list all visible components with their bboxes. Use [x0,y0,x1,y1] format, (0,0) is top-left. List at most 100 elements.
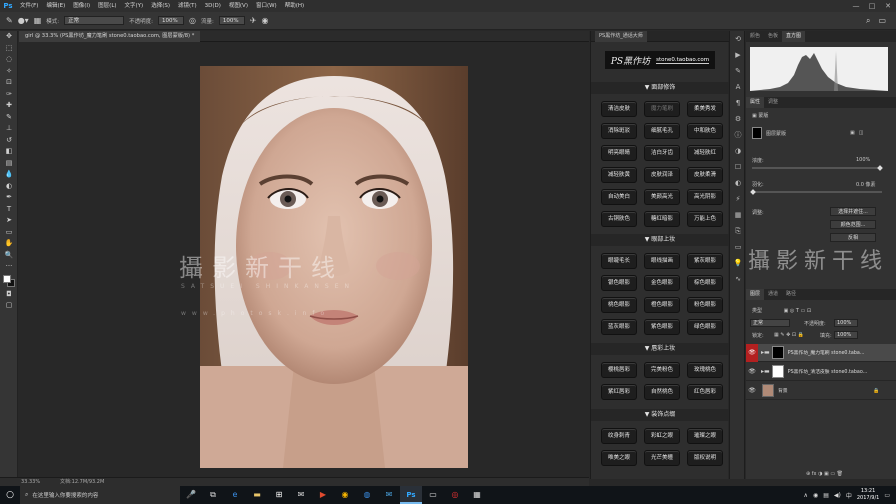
layer-row[interactable]: 👁 背景 🔒 [746,382,896,400]
volume-icon[interactable]: ◀) [834,492,841,499]
plugin-button[interactable]: 清洁皮肤 [601,101,637,117]
maximize-button[interactable]: □ [864,0,880,12]
timeline-panel-icon[interactable]: ▭ [730,239,746,255]
plugin-button[interactable]: 万能上色 [687,211,723,227]
tab-properties[interactable]: 属性 [746,97,765,108]
plugin-button[interactable]: 彩虹之眼 [644,428,680,444]
plugin-button[interactable]: 玫瑰桃色 [687,362,723,378]
plugin-button[interactable]: 古铜肤色 [601,211,637,227]
plugin-logo-url[interactable]: stone0.taobao.com [656,57,710,64]
mask-select-icon[interactable]: ▣ [850,130,855,136]
eyedropper-tool-icon[interactable]: ✑ [0,89,18,101]
fill-field[interactable]: 100% [834,331,858,339]
eye-icon[interactable]: 👁 [746,387,758,394]
mail-icon[interactable]: ✉ [290,486,312,504]
canvas-area[interactable]: 攝影新干线 SATSUEI SHINKANSEN www.photosk.inf… [19,42,589,478]
plugin-button[interactable]: 绿色眼影 [687,319,723,335]
plugin-button[interactable]: 棕色眼影 [687,275,723,291]
plugin-button[interactable]: 樱桃唇彩 [601,362,637,378]
zoom-tool-icon[interactable]: 🔍 [0,250,18,262]
paragraph-panel-icon[interactable]: ¶ [730,95,746,111]
plugin-button[interactable]: 减轻肤红 [687,145,723,161]
brush-panel-icon[interactable]: ✎ [730,63,746,79]
plugin-button[interactable]: 紫红唇彩 [601,384,637,400]
plugin-button[interactable]: 光芒美瞳 [644,450,680,466]
layer-mask-thumbnail[interactable] [771,365,784,378]
section-face-retouch[interactable]: ▼ 面部修饰 [591,82,729,94]
plugin-button[interactable]: 高光阴影 [687,189,723,205]
minimize-button[interactable]: — [848,0,864,12]
crop-tool-icon[interactable]: ⊡ [0,77,18,89]
plugin-panel-tab[interactable]: PS黑作坊_通话大师 [595,31,647,42]
shape-tool-icon[interactable]: ▭ [0,227,18,239]
task-view-icon[interactable]: ⧉ [202,486,224,504]
chrome-icon[interactable]: ◉ [334,486,356,504]
tab-channels[interactable]: 通道 [764,289,782,300]
plugin-button[interactable]: 魔力笔刷 [644,101,680,117]
density-slider[interactable] [752,167,882,169]
swatches-panel-icon[interactable]: ▦ [730,207,746,223]
layer-mask-thumbnail[interactable] [771,346,784,359]
actions-panel-icon[interactable]: ▶ [730,47,746,63]
menu-image[interactable]: 图像(I) [69,0,94,12]
plugin-button[interactable]: 蓝灰眼影 [601,319,637,335]
plugin-button[interactable]: 减轻肤黄 [601,167,637,183]
media-player-icon[interactable]: ▶ [312,486,334,504]
history-panel-icon[interactable]: ⟲ [730,31,746,47]
plugin-button[interactable]: 粉色眼影 [687,297,723,313]
pressure-opacity-icon[interactable]: ◎ [189,16,196,25]
tab-histogram[interactable]: 直方图 [782,31,806,42]
start-button[interactable]: ○ [0,486,20,504]
plugin-button[interactable]: 柔美秀发 [687,101,723,117]
file-explorer-icon[interactable]: ▬ [246,486,268,504]
plugin-button[interactable]: 璀璨之眼 [687,428,723,444]
color-range-button[interactable]: 颜色范围... [830,220,876,229]
vector-mask-icon[interactable]: ◫ [859,130,864,136]
filter-kind-label[interactable]: 类型 [752,308,762,314]
plugin-button[interactable]: 版权说明 [687,450,723,466]
menu-3d[interactable]: 3D(D) [201,0,225,12]
invert-button[interactable]: 反相 [830,233,876,242]
pen-tool-icon[interactable]: ✒ [0,192,18,204]
screen-mode-icon[interactable]: ▢ [0,300,18,312]
marquee-tool-icon[interactable]: ⬚ [0,43,18,55]
layer-thumbnail[interactable] [762,384,774,397]
feather-value[interactable]: 0.0 像素 [856,181,876,188]
edge-icon[interactable]: e [224,486,246,504]
opacity-field[interactable]: 100% [157,16,184,25]
clone-source-icon[interactable]: ⎘ [730,223,746,239]
lightbulb-icon[interactable]: 💡 [730,255,746,271]
document-tab[interactable]: girl @ 33.3% (PS黑作坊_魔力笔刷 stone0.taobao.c… [19,31,201,42]
menu-help[interactable]: 帮助(H) [281,0,308,12]
blend-mode-select[interactable]: 正常 [750,319,790,327]
color-swatches[interactable] [0,273,18,289]
layer-name[interactable]: PS黑作坊_魔力笔刷 stone0.taba... [788,349,883,356]
adjustments-panel-icon[interactable]: ◐ [730,175,746,191]
blur-tool-icon[interactable]: 💧 [0,169,18,181]
tray-app-icon[interactable]: ◉ [813,492,818,499]
filter-icons[interactable]: ▣ ◎ T ▭ ⊡ [784,308,811,314]
plugin-button[interactable]: 桃色眼影 [601,297,637,313]
measurement-icon[interactable]: ∿ [730,271,746,287]
dodge-tool-icon[interactable]: ◐ [0,181,18,193]
network-icon[interactable]: ▤ [823,492,829,499]
plugin-button[interactable]: 纹身刺青 [601,428,637,444]
move-tool-icon[interactable]: ✥ [0,31,18,43]
search-icon[interactable]: ⌕ [866,16,870,26]
navigator-panel-icon[interactable]: ◑ [730,143,746,159]
eye-icon[interactable]: 👁 [746,343,758,362]
pressure-size-icon[interactable]: ◉ [262,16,269,25]
type-tool-icon[interactable]: T [0,204,18,216]
tab-layers[interactable]: 图层 [746,289,765,300]
plugin-button[interactable]: 中和肤色 [687,123,723,139]
plugin-button[interactable]: 美颜高光 [644,189,680,205]
browser-icon[interactable]: ◍ [356,486,378,504]
plugin-button[interactable]: 皮肤润泽 [644,167,680,183]
section-eye-makeup[interactable]: ▼ 眼部上妆 [591,234,729,246]
tab-adjustments[interactable]: 调整 [764,97,782,108]
flow-field[interactable]: 100% [218,16,245,25]
info-panel-icon[interactable]: ⓘ [730,127,746,143]
app-icon[interactable]: ✉ [378,486,400,504]
ime-icon[interactable]: 中 [846,491,852,500]
quick-mask-icon[interactable]: ◘ [0,289,18,301]
